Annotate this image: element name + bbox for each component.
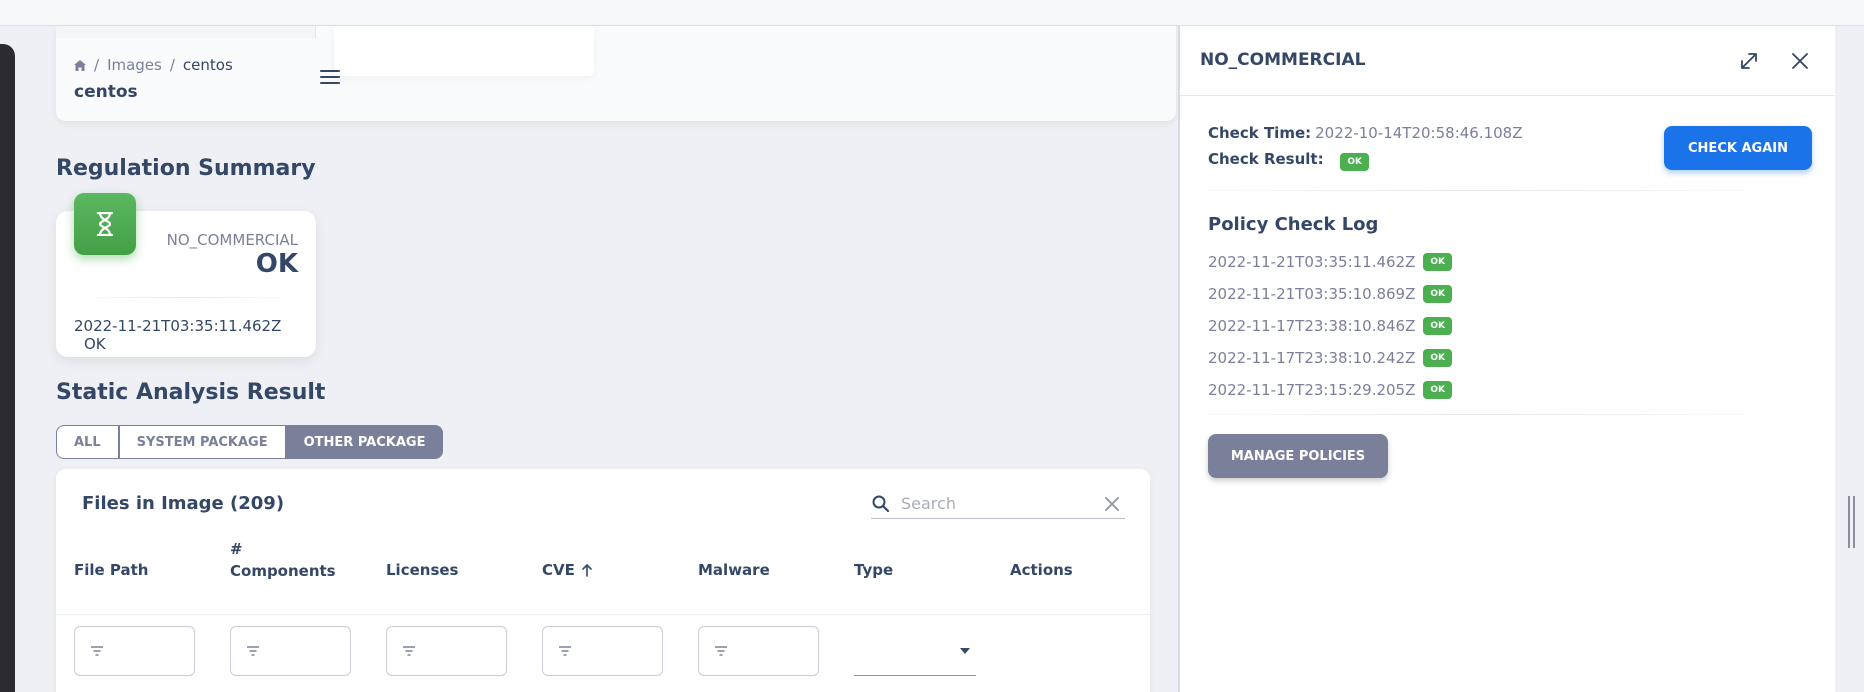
- manage-policies-button[interactable]: MANAGE POLICIES: [1208, 434, 1388, 478]
- table-header: File Path # Components Licenses CVE Malw…: [56, 531, 1150, 615]
- log-time: 2022-11-17T23:38:10.846Z: [1208, 317, 1416, 335]
- check-again-button[interactable]: CHECK AGAIN: [1664, 126, 1812, 170]
- files-title: Files in Image (209): [82, 493, 285, 514]
- regulation-value: OK: [255, 249, 298, 279]
- regulation-last-result: OK: [84, 335, 106, 353]
- check-time-line: Check Time: 2022-10-14T20:58:46.108Z: [1208, 124, 1523, 142]
- log-time: 2022-11-17T23:15:29.205Z: [1208, 381, 1416, 399]
- file-path-filter-input[interactable]: [74, 626, 195, 676]
- breadcrumb: / Images / centos: [74, 56, 233, 74]
- divider: [74, 297, 298, 298]
- filter-system-package-button[interactable]: SYSTEM PACKAGE: [118, 425, 286, 459]
- column-header-cve-label: CVE: [542, 561, 575, 579]
- hourglass-icon: [74, 193, 136, 255]
- static-analysis-title: Static Analysis Result: [56, 380, 326, 405]
- page-title: centos: [74, 82, 138, 102]
- log-status-badge: OK: [1423, 381, 1453, 399]
- policy-drawer: NO_COMMERCIAL Check Time: 2022-10-14T20:5…: [1178, 26, 1835, 692]
- regulation-summary-title: Regulation Summary: [56, 156, 316, 181]
- drawer-title: NO_COMMERCIAL: [1200, 50, 1366, 70]
- header-tab-right: [334, 26, 594, 76]
- log-time: 2022-11-21T03:35:10.869Z: [1208, 285, 1416, 303]
- cve-filter-input[interactable]: [542, 626, 663, 676]
- header-tab-left: [56, 26, 316, 38]
- log-item: 2022-11-21T03:35:10.869Z OK: [1208, 278, 1453, 310]
- type-filter-select[interactable]: [854, 626, 976, 676]
- regulation-last-time: 2022-11-21T03:35:11.462Z: [74, 317, 282, 335]
- close-icon[interactable]: [1790, 51, 1810, 71]
- column-header-licenses[interactable]: Licenses: [386, 559, 458, 581]
- resize-handle[interactable]: [1848, 496, 1858, 548]
- log-status-badge: OK: [1423, 285, 1453, 303]
- left-sidebar-edge: [0, 44, 15, 692]
- policy-check-log-title: Policy Check Log: [1208, 214, 1379, 235]
- expand-icon[interactable]: [1738, 50, 1760, 72]
- check-time-value: 2022-10-14T20:58:46.108Z: [1315, 124, 1523, 142]
- log-status-badge: OK: [1423, 253, 1453, 271]
- column-header-malware[interactable]: Malware: [698, 559, 770, 581]
- breadcrumb-item-current: centos: [182, 56, 233, 74]
- log-item: 2022-11-17T23:38:10.242Z OK: [1208, 342, 1453, 374]
- log-item: 2022-11-17T23:15:29.205Z OK: [1208, 374, 1453, 406]
- column-header-cve[interactable]: CVE: [542, 559, 593, 581]
- regulation-footer: 2022-11-21T03:35:11.462Z OK: [74, 317, 316, 353]
- log-item: 2022-11-21T03:35:11.462Z OK: [1208, 246, 1453, 278]
- column-header-components-line1: #: [230, 540, 243, 558]
- filter-icon: [559, 646, 571, 656]
- log-status-badge: OK: [1423, 349, 1453, 367]
- column-header-components-line2: Components: [230, 562, 336, 580]
- filter-icon: [247, 646, 259, 656]
- package-filter-group: ALL SYSTEM PACKAGE OTHER PACKAGE: [56, 425, 444, 459]
- search-icon: [872, 495, 890, 512]
- filter-other-package-button[interactable]: OTHER PACKAGE: [285, 425, 444, 459]
- policy-check-log: 2022-11-21T03:35:11.462Z OK 2022-11-21T0…: [1208, 246, 1453, 406]
- top-strip: [0, 0, 1864, 26]
- filter-icon: [403, 646, 415, 656]
- filter-icon: [715, 646, 727, 656]
- malware-filter-input[interactable]: [698, 626, 819, 676]
- drawer-header: NO_COMMERCIAL: [1180, 26, 1835, 96]
- check-result-line: Check Result: OK: [1208, 150, 1369, 171]
- log-time: 2022-11-17T23:38:10.242Z: [1208, 349, 1416, 367]
- search-box: [871, 489, 1125, 519]
- search-input[interactable]: [901, 494, 1103, 513]
- log-item: 2022-11-17T23:38:10.846Z OK: [1208, 310, 1453, 342]
- filter-icon: [91, 646, 103, 656]
- home-icon[interactable]: [74, 59, 86, 71]
- column-header-components[interactable]: # Components: [230, 538, 336, 582]
- clear-icon[interactable]: [1103, 495, 1121, 513]
- components-filter-input[interactable]: [230, 626, 351, 676]
- dropdown-caret-icon: [960, 648, 970, 654]
- column-header-file-path[interactable]: File Path: [74, 559, 149, 581]
- sort-up-icon[interactable]: [581, 563, 593, 577]
- log-status-badge: OK: [1423, 317, 1453, 335]
- regulation-label: NO_COMMERCIAL: [166, 231, 298, 249]
- divider: [1208, 414, 1748, 415]
- column-header-actions: Actions: [1010, 561, 1073, 579]
- breadcrumb-separator: /: [169, 56, 175, 74]
- menu-icon[interactable]: [320, 70, 340, 86]
- check-result-badge: OK: [1340, 153, 1369, 171]
- check-time-label: Check Time:: [1208, 124, 1312, 142]
- licenses-filter-input[interactable]: [386, 626, 507, 676]
- files-table-card: Files in Image (209) File Path # Compone…: [56, 469, 1150, 692]
- breadcrumb-separator: /: [94, 56, 100, 74]
- check-result-label: Check Result:: [1208, 150, 1324, 168]
- divider: [1208, 190, 1748, 191]
- log-time: 2022-11-21T03:35:11.462Z: [1208, 253, 1416, 271]
- filter-all-button[interactable]: ALL: [56, 425, 119, 459]
- breadcrumb-item-images[interactable]: Images: [107, 56, 162, 74]
- column-header-type[interactable]: Type: [854, 559, 893, 581]
